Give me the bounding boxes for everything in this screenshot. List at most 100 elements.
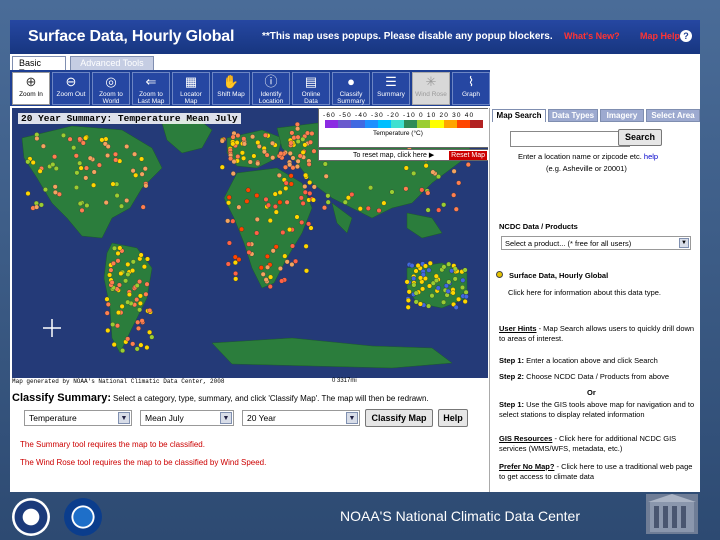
tool-summary[interactable]: ☰ Summary: [372, 72, 410, 105]
map-view[interactable]: 20 Year Summary: Temperature Mean July -…: [12, 108, 488, 378]
product-select[interactable]: Select a product... (* free for all user…: [501, 236, 691, 250]
station-marker[interactable]: [302, 189, 308, 195]
station-marker[interactable]: [219, 138, 225, 144]
station-marker[interactable]: [250, 134, 256, 140]
station-marker[interactable]: [143, 183, 149, 189]
station-marker[interactable]: [84, 165, 89, 171]
station-marker[interactable]: [283, 180, 289, 186]
station-marker[interactable]: [456, 296, 462, 302]
station-marker[interactable]: [25, 191, 31, 196]
station-marker[interactable]: [116, 310, 121, 316]
station-marker[interactable]: [239, 150, 245, 156]
search-button[interactable]: Search: [618, 129, 662, 146]
station-marker[interactable]: [37, 168, 43, 174]
station-marker[interactable]: [446, 261, 452, 267]
station-marker[interactable]: [381, 200, 387, 206]
station-marker[interactable]: [242, 141, 247, 147]
station-marker[interactable]: [104, 310, 110, 316]
station-marker[interactable]: [30, 160, 36, 165]
tool-identify[interactable]: ⓘ Identify Location: [252, 72, 290, 105]
station-marker[interactable]: [406, 289, 412, 295]
station-marker[interactable]: [278, 151, 284, 157]
station-marker[interactable]: [83, 135, 89, 141]
station-marker[interactable]: [52, 154, 58, 160]
station-marker[interactable]: [230, 134, 236, 140]
station-marker[interactable]: [139, 156, 145, 162]
station-marker[interactable]: [435, 285, 441, 291]
station-marker[interactable]: [105, 301, 111, 307]
station-marker[interactable]: [84, 203, 90, 208]
tab-advanced-tools[interactable]: Advanced Tools: [70, 56, 154, 70]
station-marker[interactable]: [441, 299, 447, 305]
station-marker[interactable]: [137, 307, 143, 313]
station-marker[interactable]: [300, 200, 306, 206]
station-marker[interactable]: [74, 185, 79, 190]
station-marker[interactable]: [423, 263, 428, 269]
station-marker[interactable]: [124, 144, 130, 149]
station-marker[interactable]: [441, 202, 447, 208]
station-marker[interactable]: [115, 250, 121, 256]
station-marker[interactable]: [288, 173, 294, 179]
station-marker[interactable]: [266, 202, 271, 208]
station-marker[interactable]: [426, 267, 432, 273]
station-marker[interactable]: [125, 336, 131, 342]
tool-back-arrow[interactable]: ⇐ Zoom to Last Map: [132, 72, 170, 105]
station-marker[interactable]: [270, 248, 276, 254]
station-marker[interactable]: [309, 131, 315, 136]
station-marker[interactable]: [78, 165, 84, 171]
tool-wind-rose[interactable]: ✳ Wind Rose: [412, 72, 450, 105]
station-marker[interactable]: [137, 279, 143, 285]
station-marker[interactable]: [302, 142, 308, 148]
station-marker[interactable]: [50, 162, 56, 167]
station-marker[interactable]: [420, 286, 426, 292]
station-marker[interactable]: [445, 288, 451, 294]
station-marker[interactable]: [298, 195, 304, 201]
station-marker[interactable]: [289, 262, 295, 267]
station-marker[interactable]: [115, 323, 120, 329]
station-marker[interactable]: [456, 180, 462, 186]
station-marker[interactable]: [239, 226, 245, 232]
station-marker[interactable]: [137, 300, 143, 306]
station-marker[interactable]: [132, 151, 138, 157]
station-marker[interactable]: [110, 322, 116, 327]
station-marker[interactable]: [283, 185, 289, 191]
station-marker[interactable]: [144, 345, 150, 350]
station-marker[interactable]: [295, 139, 301, 144]
station-marker[interactable]: [403, 186, 409, 192]
station-marker[interactable]: [116, 282, 122, 288]
station-marker[interactable]: [405, 297, 411, 303]
station-marker[interactable]: [310, 197, 316, 203]
station-marker[interactable]: [433, 278, 439, 283]
station-marker[interactable]: [134, 346, 140, 352]
station-marker[interactable]: [307, 190, 313, 196]
station-marker[interactable]: [299, 219, 305, 225]
station-marker[interactable]: [107, 272, 113, 278]
station-marker[interactable]: [452, 276, 458, 282]
station-marker[interactable]: [99, 137, 105, 143]
station-marker[interactable]: [244, 198, 250, 204]
station-marker[interactable]: [267, 218, 273, 224]
station-marker[interactable]: [415, 263, 421, 269]
tool-database[interactable]: ▤ Online Data: [292, 72, 330, 105]
station-marker[interactable]: [272, 204, 278, 210]
station-marker[interactable]: [56, 191, 62, 197]
station-marker[interactable]: [282, 253, 288, 259]
station-marker[interactable]: [77, 136, 83, 142]
station-marker[interactable]: [135, 319, 141, 325]
station-marker[interactable]: [295, 134, 301, 140]
location-search-input[interactable]: [510, 131, 630, 147]
station-marker[interactable]: [96, 162, 102, 168]
category-select[interactable]: Temperature ▼: [24, 410, 132, 426]
station-marker[interactable]: [226, 200, 232, 206]
station-marker[interactable]: [288, 181, 294, 187]
station-marker[interactable]: [112, 245, 117, 251]
help-button[interactable]: Help: [438, 409, 468, 427]
station-marker[interactable]: [130, 268, 136, 274]
station-marker[interactable]: [234, 140, 240, 146]
station-marker[interactable]: [277, 266, 283, 271]
station-marker[interactable]: [453, 304, 459, 310]
station-marker[interactable]: [427, 260, 433, 266]
station-marker[interactable]: [83, 175, 89, 181]
station-marker[interactable]: [104, 296, 110, 302]
station-marker[interactable]: [308, 139, 313, 145]
